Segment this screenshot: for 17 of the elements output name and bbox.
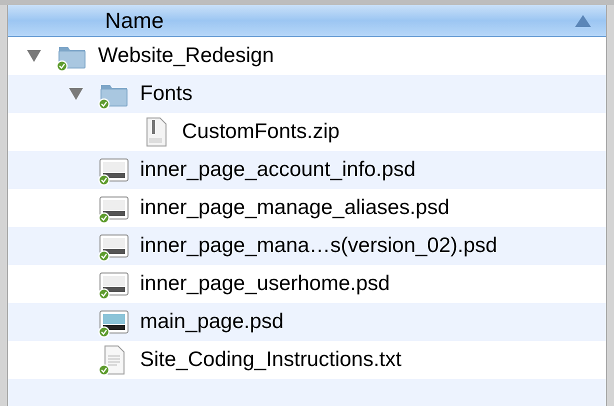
file-name: inner_page_mana…s(version_02).psd [140,233,498,260]
file-name: main_page.psd [140,309,284,336]
file-row[interactable]: inner_page_account_info.psd [8,151,606,189]
file-name: inner_page_account_info.psd [140,157,416,184]
disclosure-triangle-down-icon[interactable] [26,49,42,63]
file-name: CustomFonts.zip [182,119,340,146]
file-name: Fonts [140,81,193,108]
column-header[interactable]: Name [8,5,606,37]
file-row[interactable]: main_page.psd [8,303,606,341]
disclosure-triangle-down-icon[interactable] [68,87,84,101]
file-row[interactable]: inner_page_mana…s(version_02).psd [8,227,606,265]
file-name: Website_Redesign [98,43,274,70]
file-name: Site_Coding_Instructions.txt [140,347,402,374]
file-name: inner_page_manage_aliases.psd [140,195,450,222]
file-name: inner_page_userhome.psd [140,271,390,298]
column-title: Name [105,7,165,35]
file-row[interactable]: Fonts [8,75,606,113]
